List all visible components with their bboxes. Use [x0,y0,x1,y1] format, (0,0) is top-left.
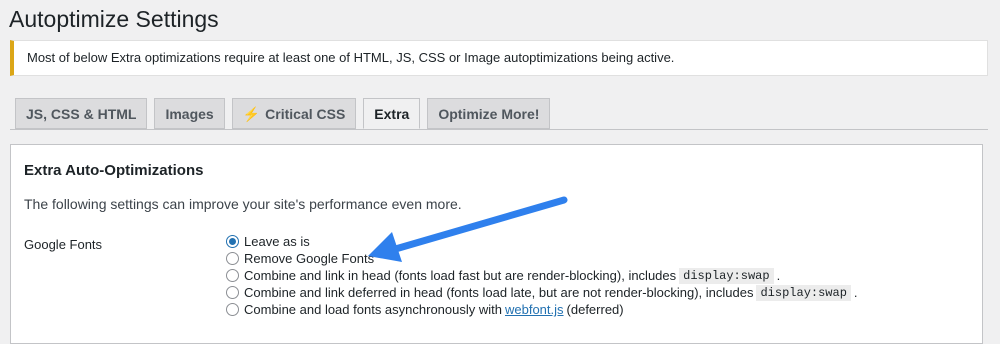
option-load-async[interactable]: Combine and load fonts asynchronously wi… [226,301,858,318]
option-label: Combine and link deferred in head (fonts… [244,285,754,300]
extra-settings-panel: Extra Auto-Optimizations The following s… [10,144,983,344]
option-label: Leave as is [244,234,310,249]
panel-description: The following settings can improve your … [24,196,462,212]
webfontjs-link[interactable]: webfont.js [505,302,564,317]
tab-label: Images [165,105,214,122]
tab-js-css-html[interactable]: JS, CSS & HTML [15,98,148,129]
option-combine-link-head[interactable]: Combine and link in head (fonts load fas… [226,267,858,284]
option-combine-link-deferred[interactable]: Combine and link deferred in head (fonts… [226,284,858,301]
tab-images[interactable]: Images [154,98,225,129]
option-suffix: . [776,268,781,283]
radio-button[interactable] [226,269,239,282]
radio-button[interactable] [226,286,239,299]
option-label: Combine and link in head (fonts load fas… [244,268,677,283]
tab-label: Critical CSS [265,105,346,122]
tab-optimize-more[interactable]: Optimize More! [427,98,551,129]
option-suffix: . [853,285,858,300]
option-label: Combine and load fonts asynchronously wi… [244,302,502,317]
option-remove-google-fonts[interactable]: Remove Google Fonts [226,250,858,267]
google-fonts-options: Leave as is Remove Google Fonts Combine … [226,233,858,318]
lightning-bolt-icon: ⚡ [242,105,261,122]
option-suffix: (deferred) [566,302,624,317]
option-leave-as-is[interactable]: Leave as is [226,233,858,250]
code-display-swap: display:swap [679,267,774,284]
settings-tabs: JS, CSS & HTML Images ⚡ Critical CSS Extr… [15,98,551,130]
tabs-divider [10,129,988,130]
radio-button[interactable] [226,235,239,248]
radio-selected-dot [229,238,236,245]
page-title: Autoptimize Settings [9,6,219,32]
notice-message: Most of below Extra optimizations requir… [10,40,988,76]
google-fonts-label: Google Fonts [24,237,103,252]
tab-critical-css[interactable]: ⚡ Critical CSS [231,98,357,129]
tab-extra[interactable]: Extra [363,98,421,129]
code-display-swap: display:swap [756,284,851,301]
radio-button[interactable] [226,303,239,316]
tab-label: Optimize More! [438,105,540,122]
option-label: Remove Google Fonts [244,251,375,266]
tab-label: Extra [374,105,410,122]
radio-button[interactable] [226,252,239,265]
panel-title: Extra Auto-Optimizations [24,162,204,179]
tab-label: JS, CSS & HTML [26,105,137,122]
